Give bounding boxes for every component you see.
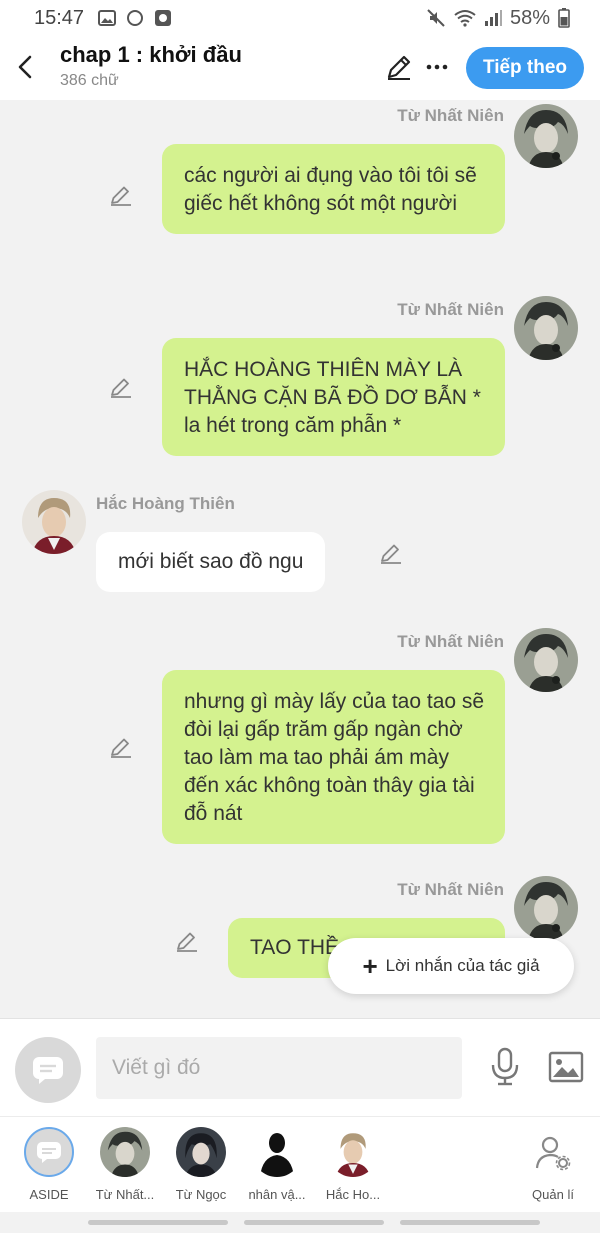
- speaker-name: Từ Nhất Niên: [397, 106, 504, 125]
- chat-bubble-icon: [37, 1142, 61, 1163]
- manage-icon-wrap: [528, 1127, 578, 1177]
- more-options-button[interactable]: [424, 52, 450, 82]
- manage-characters-button[interactable]: Quản lí: [515, 1127, 591, 1202]
- speaker-name: Từ Nhất Niên: [397, 880, 504, 899]
- avatar-tu-nhat-nien[interactable]: [514, 876, 578, 940]
- speaker-name: Hắc Hoàng Thiên: [96, 494, 235, 513]
- app-notification-icon: [155, 10, 172, 26]
- character-label: Từ Nhất...: [95, 1187, 155, 1202]
- avatar-hac-hoang-thien[interactable]: [22, 490, 86, 554]
- character-label: Hắc Ho...: [325, 1187, 381, 1202]
- avatar-tu-nhat-nien[interactable]: [514, 104, 578, 168]
- chevron-left-icon: [18, 55, 32, 79]
- gallery-notification-icon: [98, 10, 117, 26]
- system-nav-bar: [0, 1212, 600, 1233]
- edit-message-button[interactable]: [108, 374, 134, 400]
- character-avatar: [328, 1127, 378, 1177]
- wifi-icon: [454, 10, 476, 27]
- insert-image-button[interactable]: [548, 1051, 584, 1083]
- battery-percent: 58%: [509, 6, 550, 29]
- edit-chapter-button[interactable]: [384, 52, 414, 82]
- character-portrait-icon: [514, 876, 578, 940]
- pen-icon: [111, 738, 131, 758]
- circle-notification-icon: [127, 10, 144, 26]
- pen-icon: [381, 544, 401, 564]
- nav-recents-pill[interactable]: [88, 1220, 228, 1225]
- word-count: 386 chữ: [60, 72, 119, 89]
- character-avatar: [176, 1127, 226, 1177]
- message-bubble[interactable]: các người ai đụng vào tôi tôi sẽ giếc hế…: [162, 144, 505, 234]
- speaker-name: Từ Nhất Niên: [397, 300, 504, 319]
- pen-icon: [177, 932, 197, 952]
- image-icon: [548, 1051, 584, 1083]
- message-bubble[interactable]: nhưng gì mày lấy của tao tao sẽ đòi lại …: [162, 670, 505, 844]
- aside-toggle-button[interactable]: [15, 1037, 81, 1103]
- message-bubble[interactable]: HẮC HOÀNG THIÊN MÀY LÀ THẰNG CẶN BÃ ĐỒ D…: [162, 338, 505, 456]
- character-portrait-icon: [514, 628, 578, 692]
- character-bar: ASIDE Từ Nhất... Từ Ngọc nhân vậ... Hắc …: [0, 1116, 600, 1212]
- character-portrait-icon: [328, 1127, 378, 1177]
- avatar-tu-nhat-nien[interactable]: [514, 628, 578, 692]
- back-button[interactable]: [10, 52, 40, 82]
- edit-message-button[interactable]: [378, 540, 404, 566]
- character-portrait-icon: [22, 490, 86, 554]
- character-avatar: [100, 1127, 150, 1177]
- status-bar: 15:47 58%: [0, 0, 600, 36]
- character-portrait-icon: [514, 296, 578, 360]
- character-portrait-icon: [514, 104, 578, 168]
- composer-bar: [0, 1018, 600, 1116]
- character-label: Từ Ngọc: [175, 1187, 227, 1202]
- voice-input-button[interactable]: [488, 1047, 522, 1087]
- character-avatar: [252, 1127, 302, 1177]
- character-tu-nhat-nien[interactable]: Từ Nhất...: [87, 1127, 163, 1202]
- character-portrait-icon: [176, 1127, 226, 1177]
- signal-icon: [484, 10, 502, 26]
- silhouette-icon: [260, 1133, 294, 1177]
- chapter-header: chap 1 : khởi đầu 386 chữ Tiếp theo: [0, 36, 600, 100]
- plus-icon: +: [362, 951, 378, 981]
- author-note-label: Lời nhắn của tác giả: [385, 956, 540, 975]
- status-time: 15:47: [34, 6, 85, 29]
- nav-home-pill[interactable]: [244, 1220, 384, 1225]
- edit-message-button[interactable]: [174, 928, 200, 954]
- message-input[interactable]: [96, 1037, 462, 1099]
- aside-avatar: [24, 1127, 74, 1177]
- edit-message-button[interactable]: [108, 182, 134, 208]
- character-portrait-icon: [100, 1127, 150, 1177]
- manage-label: Quản lí: [532, 1187, 574, 1202]
- message-bubble[interactable]: mới biết sao đồ ngu: [96, 532, 326, 592]
- mute-icon: [427, 9, 445, 27]
- nav-back-pill[interactable]: [400, 1220, 540, 1225]
- character-nhan-vat[interactable]: nhân vậ...: [239, 1127, 315, 1202]
- pen-icon: [111, 186, 131, 206]
- speaker-name: Từ Nhất Niên: [397, 632, 504, 651]
- character-label: ASIDE: [29, 1187, 69, 1202]
- chapter-title[interactable]: chap 1 : khởi đầu: [60, 42, 242, 68]
- character-hac-hoang-thien[interactable]: Hắc Ho...: [315, 1127, 391, 1202]
- character-label: nhân vậ...: [248, 1187, 306, 1202]
- avatar-tu-nhat-nien[interactable]: [514, 296, 578, 360]
- battery-icon: [558, 8, 570, 28]
- edit-message-button[interactable]: [108, 734, 134, 760]
- next-button[interactable]: Tiếp theo: [466, 47, 584, 89]
- pen-icon: [111, 378, 131, 398]
- pen-icon: [387, 55, 411, 80]
- user-settings-icon: [535, 1136, 571, 1171]
- chat-area[interactable]: Từ Nhất Niên các người ai đụng vào tôi t…: [0, 100, 600, 1018]
- character-tu-ngoc[interactable]: Từ Ngọc: [163, 1127, 239, 1202]
- chat-bubble-icon: [33, 1057, 63, 1084]
- more-dots-icon: [426, 64, 448, 70]
- character-aside[interactable]: ASIDE: [11, 1127, 87, 1202]
- microphone-icon: [491, 1047, 519, 1086]
- author-note-button[interactable]: + Lời nhắn của tác giả: [328, 938, 574, 994]
